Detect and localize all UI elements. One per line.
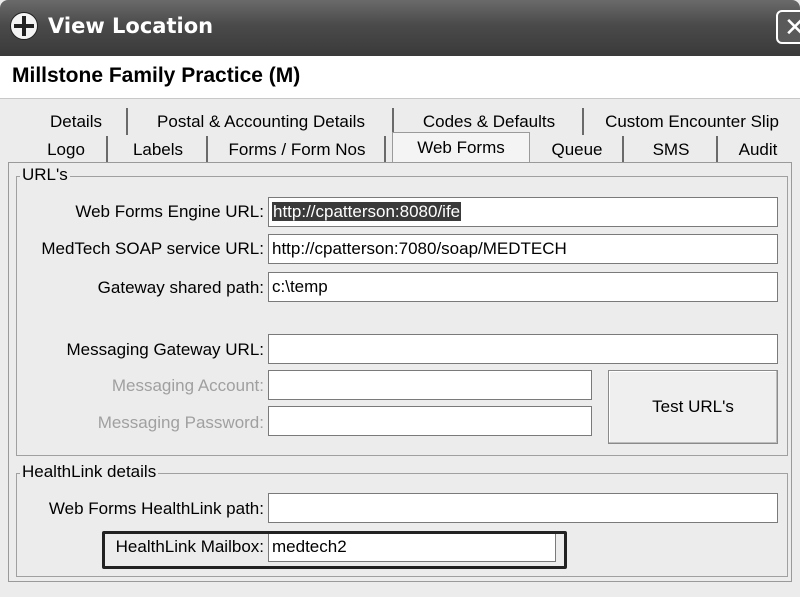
web-forms-engine-url-input[interactable]: http://cpatterson:8080/ife bbox=[268, 197, 778, 227]
tab-sms[interactable]: SMS bbox=[626, 136, 718, 163]
title-bar[interactable]: View Location ✕ bbox=[0, 0, 800, 56]
view-location-window: View Location ✕ Millstone Family Practic… bbox=[0, 0, 800, 597]
web-forms-healthlink-path-label: Web Forms HealthLink path: bbox=[48, 499, 264, 518]
urls-group-title: URL's bbox=[20, 165, 70, 185]
tab-audit[interactable]: Audit bbox=[720, 136, 796, 163]
messaging-gateway-url-label: Messaging Gateway URL: bbox=[66, 340, 264, 359]
messaging-password-label: Messaging Password: bbox=[97, 413, 264, 432]
mailbox-highlight-frame bbox=[102, 531, 567, 569]
messaging-account-input[interactable] bbox=[268, 370, 592, 400]
tab-forms-form-nos[interactable]: Forms / Form Nos bbox=[210, 136, 386, 163]
messaging-gateway-url-input[interactable] bbox=[268, 334, 778, 364]
medtech-soap-url-input[interactable]: http://cpatterson:7080/soap/MEDTECH bbox=[268, 234, 778, 264]
tab-postal-accounting-details[interactable]: Postal & Accounting Details bbox=[130, 108, 394, 135]
tab-queue[interactable]: Queue bbox=[532, 136, 624, 163]
messaging-password-input[interactable] bbox=[268, 406, 592, 436]
tab-codes-defaults[interactable]: Codes & Defaults bbox=[396, 108, 584, 135]
tab-labels[interactable]: Labels bbox=[110, 136, 208, 163]
gateway-shared-path-input[interactable]: c:\temp bbox=[268, 272, 778, 302]
messaging-account-label: Messaging Account: bbox=[111, 376, 264, 395]
healthlink-group-title: HealthLink details bbox=[20, 462, 159, 482]
web-forms-engine-url-label: Web Forms Engine URL: bbox=[75, 202, 264, 221]
web-forms-engine-url-value: http://cpatterson:8080/ife bbox=[272, 202, 462, 221]
practice-header: Millstone Family Practice (M) bbox=[0, 56, 800, 99]
tab-logo[interactable]: Logo bbox=[26, 136, 108, 163]
close-icon: ✕ bbox=[784, 12, 800, 42]
tab-details[interactable]: Details bbox=[26, 108, 128, 135]
window-title: View Location bbox=[48, 14, 214, 38]
gateway-shared-path-label: Gateway shared path: bbox=[97, 278, 264, 297]
tab-web-forms[interactable]: Web Forms bbox=[392, 132, 530, 164]
app-icon bbox=[10, 12, 38, 40]
tab-custom-encounter-slip[interactable]: Custom Encounter Slip bbox=[588, 108, 796, 135]
web-forms-healthlink-path-input[interactable] bbox=[268, 493, 778, 523]
practice-name: Millstone Family Practice (M) bbox=[12, 64, 301, 87]
test-urls-button[interactable]: Test URL's bbox=[608, 370, 778, 444]
medtech-soap-url-label: MedTech SOAP service URL: bbox=[41, 239, 264, 258]
close-button[interactable]: ✕ bbox=[776, 10, 800, 44]
tab-strip: Details Postal & Accounting Details Code… bbox=[0, 98, 800, 164]
